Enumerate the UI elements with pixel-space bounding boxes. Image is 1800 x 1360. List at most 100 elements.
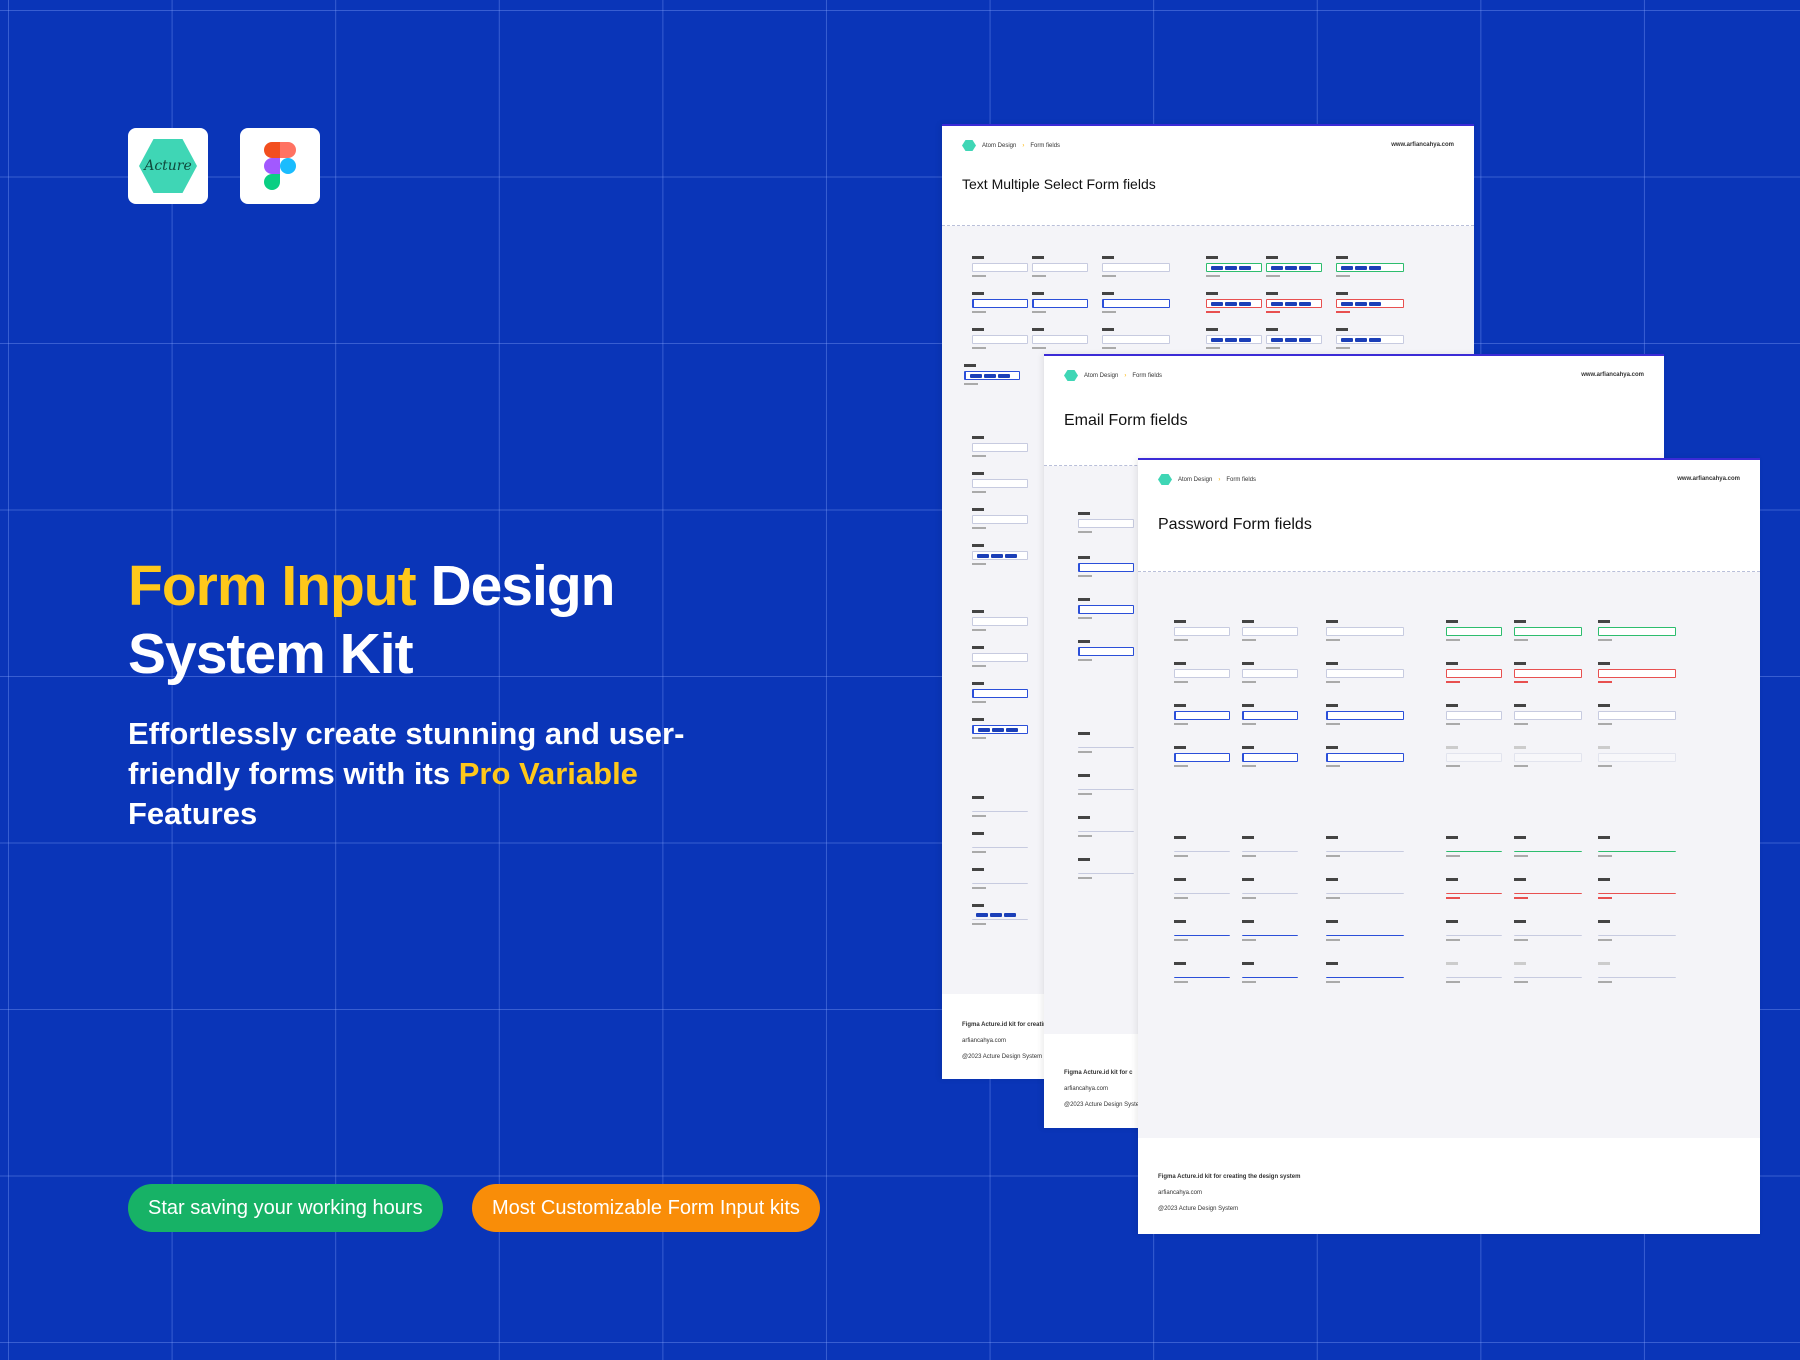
form-field bbox=[1078, 556, 1134, 577]
acture-logo: Acture bbox=[139, 139, 197, 193]
form-field bbox=[1446, 878, 1502, 899]
breadcrumb-separator-icon: › bbox=[1022, 142, 1025, 149]
form-field bbox=[1078, 640, 1134, 661]
sheet-password-form-fields: Atom Design › Form fields www.arfiancahy… bbox=[1138, 458, 1760, 1234]
form-field bbox=[1326, 878, 1404, 899]
form-field bbox=[1266, 256, 1322, 277]
form-field bbox=[1174, 836, 1230, 857]
form-field bbox=[1174, 962, 1230, 983]
form-field bbox=[1598, 920, 1676, 941]
subheadline-part2: Features bbox=[128, 796, 258, 831]
footer-title: Figma Acture.id kit for creating the des… bbox=[1158, 1174, 1301, 1180]
form-field bbox=[972, 646, 1028, 667]
form-field bbox=[1206, 328, 1262, 349]
form-field bbox=[1598, 662, 1676, 683]
form-field bbox=[1336, 328, 1404, 349]
form-field bbox=[1078, 774, 1134, 795]
footer-site: arfiancahya.com bbox=[1158, 1190, 1203, 1196]
breadcrumb-page: Form fields bbox=[1030, 142, 1061, 149]
breadcrumb: Atom Design › Form fields bbox=[962, 140, 1060, 151]
headline: Form Input Design System Kit bbox=[128, 552, 728, 688]
form-field bbox=[972, 682, 1028, 703]
form-field bbox=[1266, 292, 1322, 313]
form-field bbox=[1598, 620, 1676, 641]
sheet-title: Email Form fields bbox=[1064, 412, 1188, 429]
acture-logo-text: Acture bbox=[144, 158, 192, 174]
acture-mini-logo-icon bbox=[1158, 474, 1172, 485]
form-field bbox=[972, 508, 1028, 529]
form-field bbox=[1242, 962, 1298, 983]
breadcrumb-root: Atom Design bbox=[1084, 372, 1119, 379]
form-field bbox=[1078, 732, 1134, 753]
breadcrumb-root: Atom Design bbox=[1178, 476, 1213, 483]
breadcrumb: Atom Design › Form fields bbox=[1158, 474, 1256, 485]
form-field bbox=[1032, 292, 1088, 313]
form-field bbox=[1326, 836, 1404, 857]
form-field bbox=[1598, 746, 1676, 767]
form-field bbox=[1598, 704, 1676, 725]
form-field bbox=[1078, 512, 1134, 533]
sheet-site: www.arfiancahya.com bbox=[1677, 476, 1740, 482]
form-field bbox=[972, 328, 1028, 349]
form-field bbox=[1174, 878, 1230, 899]
form-field bbox=[972, 904, 1028, 925]
figma-icon bbox=[264, 142, 296, 190]
sheet-header: Atom Design › Form fields www.arfiancahy… bbox=[942, 126, 1474, 226]
headline-line2: System Kit bbox=[128, 622, 414, 686]
sheet-footer: Figma Acture.id kit for creating the des… bbox=[1138, 1138, 1760, 1234]
sheet-site: www.arfiancahya.com bbox=[1581, 372, 1644, 378]
form-field bbox=[1174, 920, 1230, 941]
form-field bbox=[972, 292, 1028, 313]
footer-copyright: @2023 Acture Design System bbox=[1158, 1206, 1239, 1212]
headline-rest: Design bbox=[415, 554, 615, 618]
form-field bbox=[972, 436, 1028, 457]
form-field bbox=[1514, 836, 1582, 857]
breadcrumb-separator-icon: › bbox=[1124, 372, 1127, 379]
form-field bbox=[972, 868, 1028, 889]
figma-logo-tile bbox=[240, 128, 320, 204]
form-field bbox=[1078, 816, 1134, 837]
saving-hours-pill: Star saving your working hours bbox=[128, 1184, 443, 1232]
form-field bbox=[1446, 620, 1502, 641]
form-field bbox=[1174, 704, 1230, 725]
breadcrumb-page: Form fields bbox=[1226, 476, 1257, 483]
form-field bbox=[1326, 662, 1404, 683]
form-field bbox=[1174, 620, 1230, 641]
form-field bbox=[1206, 292, 1262, 313]
subheadline-highlight: Pro Variable bbox=[458, 756, 638, 791]
form-field bbox=[1598, 962, 1676, 983]
form-field bbox=[972, 472, 1028, 493]
form-field bbox=[1242, 746, 1298, 767]
breadcrumb-root: Atom Design bbox=[982, 142, 1017, 149]
sheet-title: Text Multiple Select Form fields bbox=[962, 176, 1156, 192]
form-field bbox=[1242, 878, 1298, 899]
form-field bbox=[1514, 662, 1582, 683]
sheet-title: Password Form fields bbox=[1158, 516, 1312, 533]
form-field bbox=[1446, 920, 1502, 941]
form-field bbox=[1326, 746, 1404, 767]
form-field bbox=[1242, 704, 1298, 725]
sheet-site: www.arfiancahya.com bbox=[1391, 142, 1454, 148]
form-field bbox=[1242, 662, 1298, 683]
form-field bbox=[1326, 704, 1404, 725]
form-field bbox=[1446, 662, 1502, 683]
subheadline: Effortlessly create stunning and user-fr… bbox=[128, 714, 688, 834]
sheet-header: Atom Design › Form fields www.arfiancahy… bbox=[1138, 460, 1760, 572]
form-field bbox=[1514, 962, 1582, 983]
acture-mini-logo-icon bbox=[1064, 370, 1078, 381]
form-field bbox=[1336, 256, 1404, 277]
breadcrumb-page: Form fields bbox=[1132, 372, 1163, 379]
form-field bbox=[1174, 662, 1230, 683]
form-field bbox=[1032, 328, 1088, 349]
form-field bbox=[1446, 704, 1502, 725]
form-field bbox=[1336, 292, 1404, 313]
acture-mini-logo-icon bbox=[962, 140, 976, 151]
form-field bbox=[972, 256, 1028, 277]
form-field bbox=[1206, 256, 1262, 277]
form-field bbox=[964, 364, 1020, 385]
form-field bbox=[1446, 836, 1502, 857]
form-field bbox=[1598, 878, 1676, 899]
form-field bbox=[1326, 920, 1404, 941]
breadcrumb-separator-icon: › bbox=[1218, 476, 1221, 483]
form-field bbox=[1514, 878, 1582, 899]
